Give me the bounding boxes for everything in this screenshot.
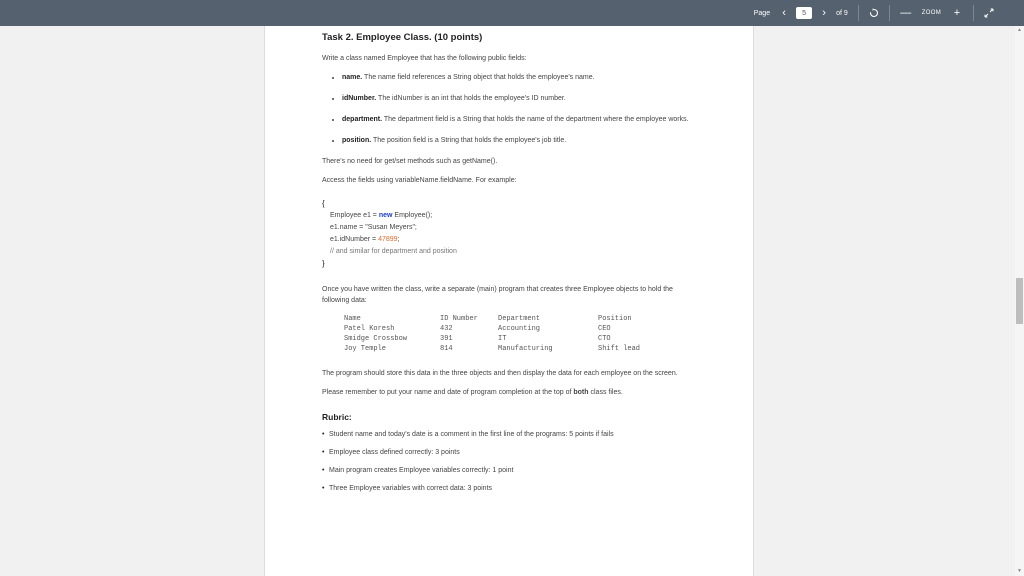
viewer-toolbar: Page ‹ › of 9 — ZOOM + [0,0,1024,26]
toolbar-divider [973,5,974,21]
scroll-up-icon[interactable]: ▲ [1015,26,1024,35]
rotate-icon[interactable] [869,8,879,18]
access-note: Access the fields using variableName.fie… [322,177,517,184]
rubric-item: Employee class defined correctly: 3 poin… [322,447,702,458]
rubric-item: Main program creates Employee variables … [322,465,702,476]
toolbar-divider [857,5,859,21]
intro-text: Write a class named Employee that has th… [322,55,527,62]
chevron-right-icon[interactable]: › [818,7,830,19]
no-getset-text: There's no need for get/set methods such… [322,158,498,165]
scroll-down-icon[interactable]: ▼ [1015,567,1024,576]
vertical-scrollbar[interactable]: ▲ ▼ [1015,26,1024,576]
code-line: e1.name = "Susan Meyers"; [330,224,417,231]
document-page: Task 2. Employee Class. (10 points) Writ… [264,26,754,576]
page-content: Task 2. Employee Class. (10 points) Writ… [322,32,702,501]
code-open-brace: { [322,199,325,208]
zoom-label: ZOOM [921,10,941,16]
zoom-controls: — ZOOM + [900,7,963,19]
table-header-row: Name ID Number Department Position [344,315,632,323]
rubric-item: Three Employee variables with correct da… [322,483,702,494]
total-pages-label: of 9 [836,9,848,17]
list-item: idNumber. The idNumber is an int that ho… [342,93,702,104]
table-row: Patel Koresh 432 Accounting CEO [344,325,611,333]
rubric-list: Student name and today's date is a comme… [322,429,702,494]
zoom-out-button[interactable]: — [900,7,912,19]
task-title: Task 2. Employee Class. (10 points) [322,32,483,43]
code-line: Employee e1 = new Employee(); [330,212,433,219]
employee-data-table: Name ID Number Department Position Patel Ko… [344,314,640,354]
table-row: Joy Temple 814 Manufacturing Shift lead [344,345,641,353]
zoom-in-button[interactable]: + [951,7,963,19]
store-text: The program should store this data in th… [322,370,678,377]
code-comment: // and similar for department and positi… [330,248,457,255]
scrollbar-thumb[interactable] [1016,278,1023,324]
page-label: Page [753,9,771,17]
chevron-left-icon[interactable]: ‹ [778,7,790,19]
list-item: department. The department field is a St… [342,114,702,125]
fullscreen-icon[interactable] [984,8,994,18]
rubric-title: Rubric: [322,412,352,422]
code-example: { Employee e1 = new Employee(); e1.name … [322,198,702,270]
code-line: e1.idNumber = 47899; [330,236,400,243]
fields-list: name. The name field references a String… [322,72,702,146]
rubric-item: Student name and today's date is a comme… [322,429,702,440]
page-number-input[interactable] [796,7,813,19]
table-row: Smidge Crossbow 391 IT CTO [344,335,611,343]
once-text: Once you have written the class, write a… [322,286,673,304]
remember-text: Please remember to put your name and dat… [322,389,623,396]
toolbar-divider [888,5,890,21]
list-item: position. The position field is a String… [342,135,702,146]
page-navigation: Page ‹ › of 9 [754,7,848,19]
code-close-brace: } [322,259,325,268]
list-item: name. The name field references a String… [342,72,702,83]
